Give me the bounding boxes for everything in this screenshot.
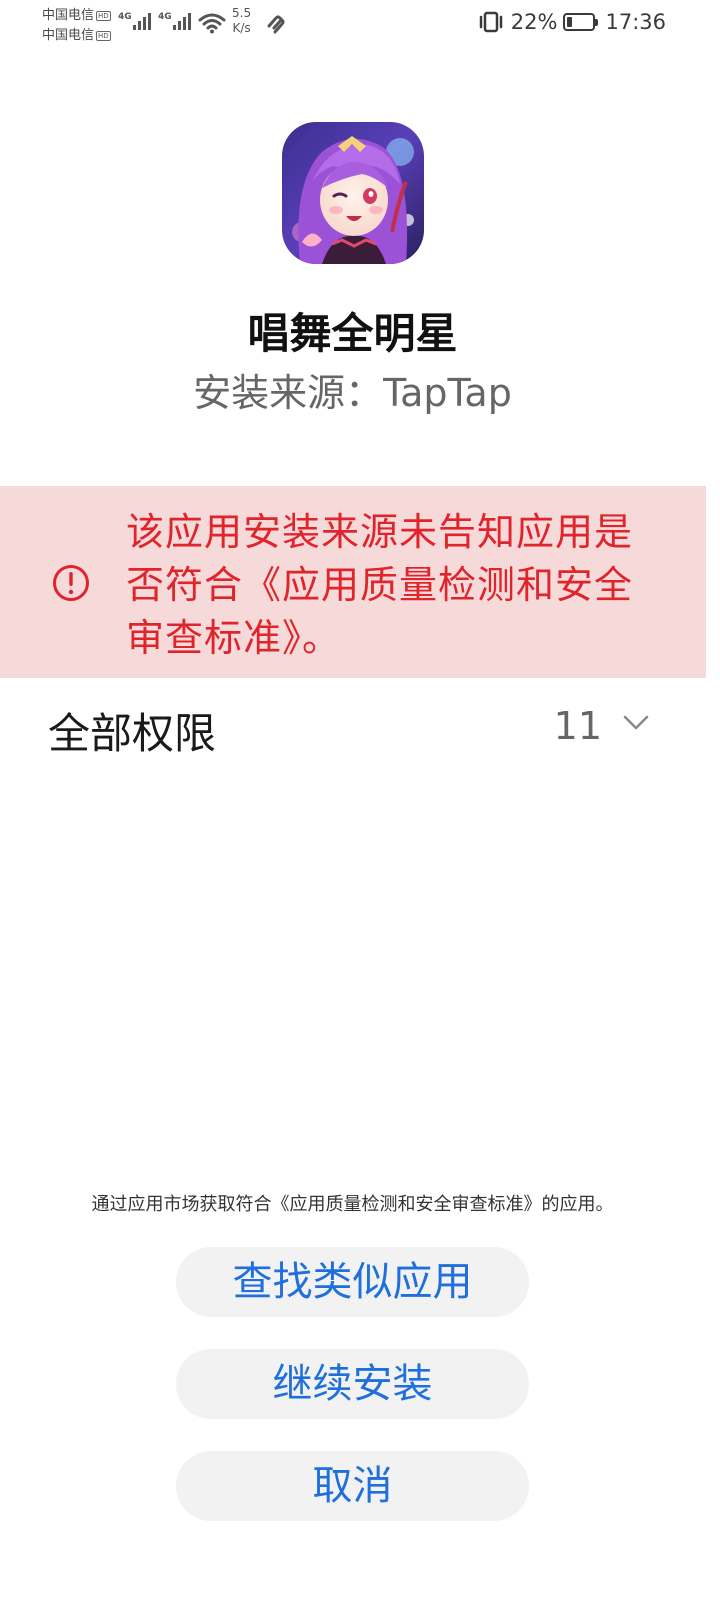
signal-icon: 4G — [158, 12, 193, 30]
find-similar-apps-button[interactable]: 查找类似应用 — [176, 1247, 529, 1317]
chevron-down-icon[interactable] — [622, 714, 650, 732]
battery-icon — [563, 13, 599, 31]
cancel-button[interactable]: 取消 — [176, 1451, 529, 1521]
network-type-1: 4G — [118, 12, 132, 22]
footer-note: 通过应用市场获取符合《应用质量检测和安全审查标准》的应用。 — [91, 1194, 614, 1215]
carrier-2: 中国电信 — [42, 28, 95, 43]
permissions-label: 全部权限 — [48, 709, 217, 758]
status-right: 22% 17:36 — [477, 10, 666, 34]
all-permissions-row[interactable]: 全部权限 11 — [48, 696, 658, 760]
vibrate-icon — [479, 11, 503, 33]
status-bar: 中国电信 HD 中国电信 HD 4G 4G 5.5 K/s 22% 17:36 — [0, 0, 720, 52]
continue-install-button[interactable]: 继续安装 — [176, 1349, 529, 1419]
speed-value: 5.5 — [232, 6, 252, 20]
install-source: 安装来源：TapTap — [193, 371, 512, 415]
hd-badge: HD — [96, 31, 111, 41]
warning-text: 该应用安装来源未告知应用是否符合《应用质量检测和安全审查标准》。 — [126, 510, 634, 660]
network-type-2: 4G — [158, 12, 172, 22]
clock: 17:36 — [605, 10, 666, 34]
battery-percent: 22% — [510, 10, 558, 34]
alert-circle-icon — [53, 565, 89, 601]
battery-fill — [567, 17, 573, 27]
signal-icon: 4G — [118, 12, 153, 30]
carrier-1: 中国电信 — [42, 8, 95, 23]
app-name: 唱舞全明星 — [247, 309, 458, 358]
carrier-info: 中国电信 HD 中国电信 HD — [42, 6, 111, 46]
speed-unit: K/s — [232, 21, 251, 35]
app-icon — [282, 122, 424, 264]
network-speed: 5.5 K/s — [232, 6, 251, 36]
link-icon — [267, 15, 285, 34]
permissions-count: 11 — [553, 704, 602, 748]
wifi-icon — [198, 13, 226, 34]
hd-badge: HD — [96, 11, 111, 21]
